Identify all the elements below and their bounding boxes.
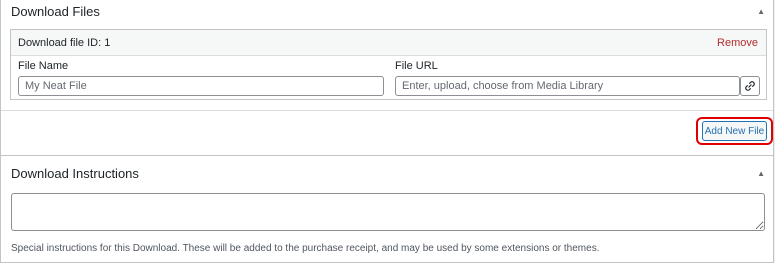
file-name-input[interactable]: [18, 76, 384, 96]
insert-file-link-button[interactable]: [740, 76, 760, 96]
file-id-label: Download file ID: 1: [18, 37, 111, 49]
file-row-header: Download file ID: 1 Remove: [11, 30, 766, 56]
file-name-label: File Name: [18, 60, 69, 72]
file-url-input[interactable]: [395, 76, 740, 96]
download-instructions-title: Download Instructions: [11, 166, 139, 181]
add-new-file-button[interactable]: Add New File: [702, 121, 767, 141]
file-row: Download file ID: 1 Remove File Name Fil…: [10, 29, 767, 100]
download-instructions-textarea[interactable]: [11, 193, 765, 231]
instructions-help-text: Special instructions for this Download. …: [11, 243, 600, 254]
link-icon: [745, 81, 755, 91]
download-instructions-panel: Download Instructions ▲ Special instruct…: [0, 155, 774, 263]
remove-file-link[interactable]: Remove: [717, 37, 758, 49]
add-new-file-highlight: Add New File: [696, 117, 773, 145]
section-divider: [1, 110, 773, 111]
download-files-panel: Download Files ▲ Download file ID: 1 Rem…: [0, 0, 774, 156]
download-files-title: Download Files: [11, 4, 100, 19]
file-url-label: File URL: [395, 60, 438, 72]
collapse-toggle-icon[interactable]: ▲: [757, 7, 765, 16]
collapse-toggle-icon[interactable]: ▲: [757, 169, 765, 178]
